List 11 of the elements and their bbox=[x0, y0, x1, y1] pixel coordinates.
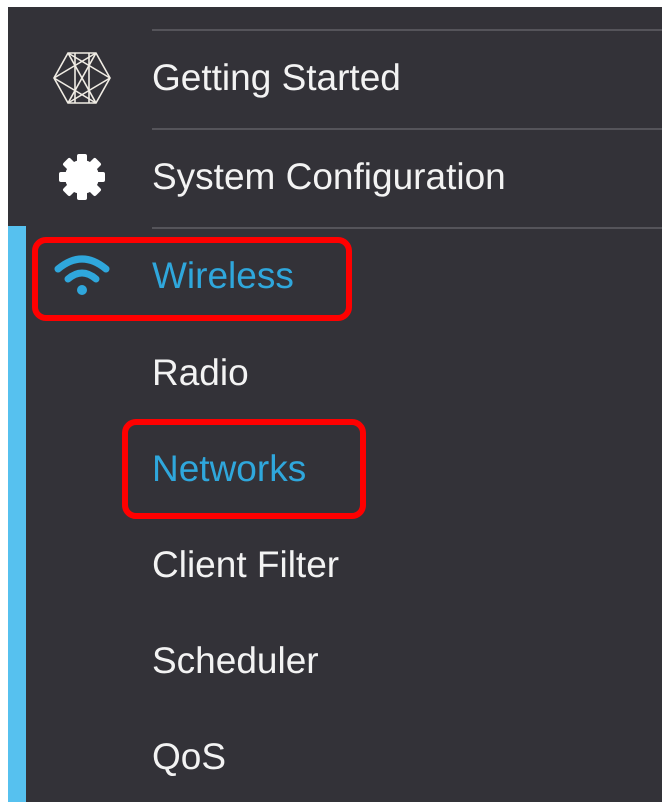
submenu-item[interactable]: Networks bbox=[152, 448, 306, 490]
menu-item[interactable]: System Configuration bbox=[26, 153, 506, 201]
wifi-icon bbox=[54, 255, 110, 297]
gear-icon bbox=[58, 153, 106, 201]
submenu-item[interactable]: Scheduler bbox=[152, 640, 319, 682]
submenu-item[interactable]: Client Filter bbox=[152, 544, 340, 586]
menu-item[interactable]: Wireless bbox=[26, 255, 294, 297]
submenu-item[interactable]: QoS bbox=[152, 736, 226, 778]
hexagon-icon bbox=[53, 51, 111, 105]
menu-item[interactable]: Getting Started bbox=[26, 51, 401, 105]
submenu-item[interactable]: Radio bbox=[152, 352, 249, 394]
